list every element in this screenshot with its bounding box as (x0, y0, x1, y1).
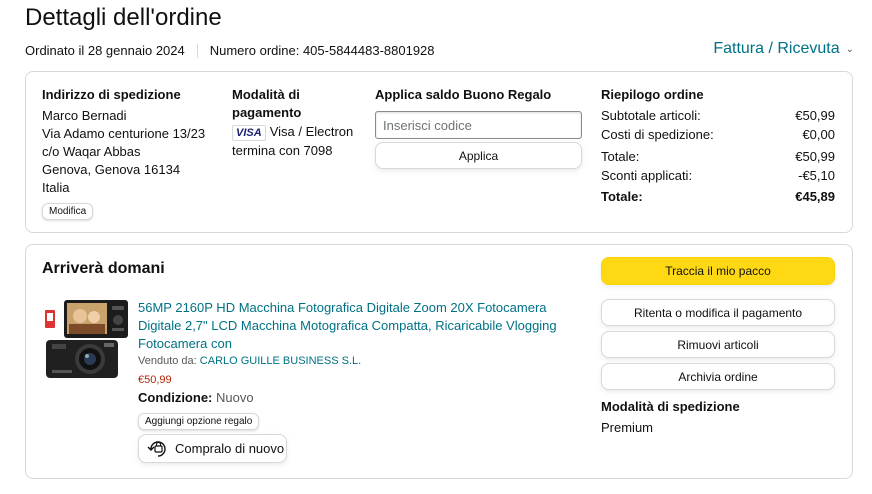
summary-label: Subtotale articoli: (601, 108, 701, 123)
summary-label: Totale: (601, 149, 640, 164)
payment-title-line: Modalità di (232, 87, 300, 102)
payment-title-line: pagamento (232, 105, 302, 120)
order-meta: Ordinato il 28 gennaio 2024 Numero ordin… (25, 43, 435, 58)
remove-items-button[interactable]: Rimuovi articoli (601, 331, 835, 358)
archive-order-button[interactable]: Archivia ordine (601, 363, 835, 390)
address-line: Genova, Genova 16134 (42, 162, 181, 177)
product-title-link[interactable]: 56MP 2160P HD Macchina Fotografica Digit… (138, 299, 568, 353)
summary-label: Costi di spedizione: (601, 127, 714, 142)
visa-icon: VISA (232, 125, 266, 141)
add-gift-option-button[interactable]: Aggiungi opzione regalo (138, 413, 260, 430)
gift-card-title: Applica saldo Buono Regalo (375, 87, 552, 102)
edit-address-button[interactable]: Modifica (42, 203, 94, 220)
summary-title: Riepilogo ordine (601, 87, 704, 102)
address-line: Via Adamo centurione 13/23 (42, 126, 206, 141)
summary-value: €50,99 (795, 108, 835, 123)
gift-card-section: Applica saldo Buono Regalo Applica (375, 86, 585, 169)
summary-row: Sconti applicati: -€5,10 (601, 166, 835, 185)
order-date: Ordinato il 28 gennaio 2024 (25, 43, 185, 58)
seller-link[interactable]: CARLO GUILLE BUSINESS S.L. (200, 355, 361, 367)
summary-total-row: Totale: €45,89 (601, 187, 835, 206)
summary-label: Sconti applicati: (601, 168, 693, 183)
address-line: Italia (42, 180, 70, 195)
order-number: Numero ordine: 405-5844483-8801928 (209, 43, 435, 58)
shipping-method-title: Modalità di spedizione (601, 399, 740, 414)
item-price: €50,99 (138, 374, 172, 386)
address-line: Marco Bernadi (42, 108, 127, 123)
reorder-icon (147, 440, 166, 457)
track-package-button[interactable]: Traccia il mio pacco (601, 257, 835, 285)
summary-label: Totale: (601, 189, 643, 204)
seller-info: Venduto da: CARLO GUILLE BUSINESS S.L. (138, 355, 361, 367)
shipment-panel: Arriverà domani 56MP 2160P HD Macchina F… (25, 244, 853, 479)
order-totals-section: Riepilogo ordine Subtotale articoli: €50… (601, 86, 835, 206)
summary-row: Subtotale articoli: €50,99 (601, 106, 835, 125)
chevron-down-icon: ⌄ (845, 43, 854, 55)
item-condition: Condizione: Nuovo (138, 390, 254, 405)
invoice-dropdown[interactable]: Fattura / Ricevuta ⌄ (713, 40, 854, 58)
payment-section: Modalità di pagamento VISA Visa / Electro… (232, 86, 362, 160)
divider (196, 43, 198, 58)
order-summary-panel: Indirizzo di spedizione Marco Bernadi Vi… (25, 71, 853, 233)
condition-value: Nuovo (216, 390, 254, 405)
summary-value: €50,99 (795, 149, 835, 164)
payment-card: VISA Visa / Electron (232, 123, 362, 141)
buy-again-label: Compralo di nuovo (175, 441, 285, 456)
summary-value: €0,00 (802, 127, 835, 142)
shipment-actions: Traccia il mio pacco Ritenta o modifica … (601, 257, 835, 395)
buy-again-button[interactable]: Compralo di nuovo (138, 434, 287, 463)
shipping-address-section: Indirizzo di spedizione Marco Bernadi Vi… (42, 86, 222, 220)
gift-option-wrapper: Aggiungi opzione regalo (138, 412, 260, 430)
payment-title: Modalità di pagamento (232, 86, 362, 122)
retry-payment-button[interactable]: Ritenta o modifica il pagamento (601, 299, 835, 326)
apply-gift-button[interactable]: Applica (375, 142, 582, 169)
card-ending: termina con 7098 (232, 143, 333, 158)
shipping-address-title: Indirizzo di spedizione (42, 87, 181, 102)
address-line: c/o Waqar Abbas (42, 144, 141, 159)
shipping-method-value: Premium (601, 420, 654, 435)
summary-value: -€5,10 (798, 168, 835, 183)
delivery-status: Arriverà domani (42, 260, 165, 277)
camera-image-icon (45, 300, 128, 378)
summary-value: €45,89 (795, 189, 835, 204)
page-title: Dettagli dell'ordine (25, 4, 222, 31)
condition-label: Condizione: (138, 390, 213, 405)
gift-code-input[interactable] (375, 111, 582, 139)
sold-by-label: Venduto da: (138, 355, 197, 367)
summary-row: Costi di spedizione: €0,00 (601, 125, 835, 144)
card-type: Visa / Electron (269, 124, 354, 139)
product-image[interactable] (42, 298, 130, 382)
summary-row: Totale: €50,99 (601, 147, 835, 166)
invoice-link-label: Fattura / Ricevuta (713, 40, 840, 57)
